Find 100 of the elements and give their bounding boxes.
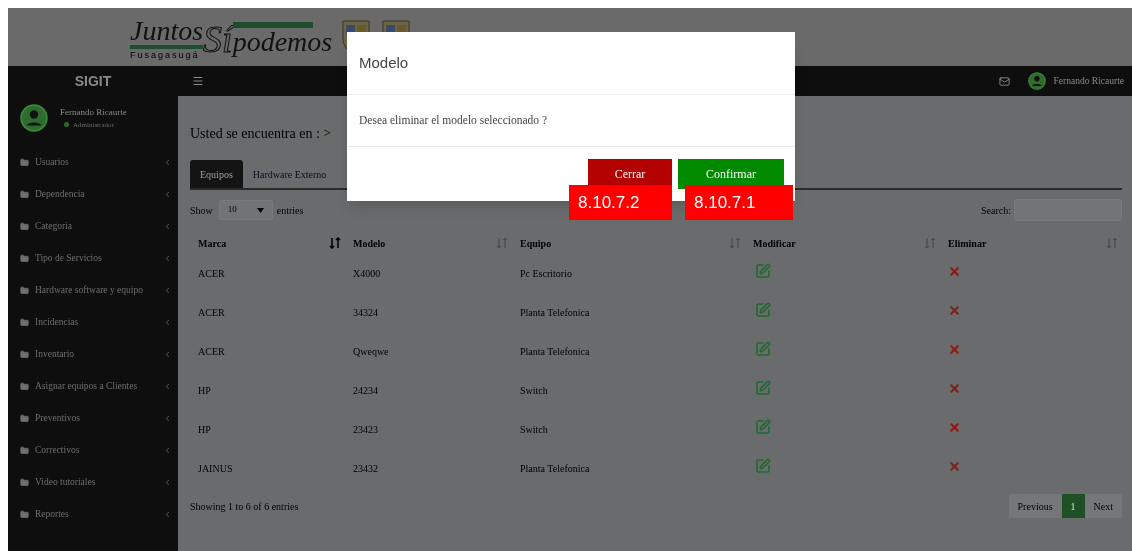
folder-icon — [20, 253, 29, 263]
delete-icon[interactable] — [948, 343, 961, 356]
sort-icon[interactable] — [924, 237, 936, 249]
table-cell: X4000 — [353, 268, 381, 279]
edit-icon[interactable] — [755, 380, 771, 396]
chevron-left-icon — [163, 413, 172, 423]
show-label: Show — [190, 203, 213, 218]
folder-icon — [20, 477, 29, 487]
delete-icon[interactable] — [948, 304, 961, 317]
table-cell: Switch — [520, 424, 548, 435]
sidebar-item[interactable]: Hardware software y equipo — [8, 274, 178, 306]
chevron-left-icon — [163, 349, 172, 359]
chevron-left-icon — [163, 285, 172, 295]
sort-icon[interactable] — [329, 237, 341, 249]
delete-icon[interactable] — [948, 421, 961, 434]
pagination-button[interactable]: Previous — [1008, 494, 1062, 518]
sidebar-item[interactable]: Incidencias — [8, 306, 178, 338]
sidebar-item[interactable]: Correctivos — [8, 434, 178, 466]
edit-icon[interactable] — [755, 419, 771, 435]
sidebar-item[interactable]: Reportes — [8, 498, 178, 530]
logo-text: Juntos — [130, 16, 204, 49]
table-cell: 34324 — [353, 307, 378, 318]
table-cell: HP — [198, 424, 211, 435]
sidebar-item[interactable]: Video tutoriales — [8, 466, 178, 498]
folder-icon — [20, 221, 29, 231]
chevron-left-icon — [163, 477, 172, 487]
table-cell: Switch — [520, 385, 548, 396]
edit-icon[interactable] — [755, 458, 771, 474]
sidebar-item[interactable]: Tipo de Servicios — [8, 242, 178, 274]
sidebar-item[interactable]: Asignar equipos a Clientes — [8, 370, 178, 402]
entries-info: Showing 1 to 6 of 6 entries — [190, 499, 299, 514]
folder-icon — [20, 317, 29, 327]
table-cell: ACER — [198, 307, 225, 318]
edit-icon[interactable] — [755, 263, 771, 279]
sidebar-item[interactable]: Categoria — [8, 210, 178, 242]
column-header[interactable]: Equipo — [520, 235, 729, 251]
table-cell: Qweqwe — [353, 346, 389, 357]
chevron-left-icon — [163, 317, 172, 327]
table-cell: Planta Telefonica — [520, 307, 590, 318]
column-header[interactable]: Modelo — [353, 235, 496, 251]
entries-label: entries — [276, 203, 304, 218]
tab[interactable]: Hardware Externo — [242, 160, 337, 188]
chevron-left-icon — [163, 189, 172, 199]
table-cell: 23423 — [353, 424, 378, 435]
user-name[interactable]: Fernando Ricaurte — [1053, 73, 1124, 89]
sort-icon[interactable] — [496, 237, 508, 249]
user-name: Fernando Ricaurte — [60, 106, 127, 119]
folder-icon — [20, 285, 29, 295]
caret-down-icon — [256, 207, 264, 213]
search-label: Search: — [981, 203, 1011, 218]
table-cell: JAINUS — [198, 463, 233, 474]
column-header[interactable]: Modificar — [753, 235, 924, 251]
chevron-left-icon — [163, 445, 172, 455]
chevron-left-icon — [163, 221, 172, 231]
menu-icon[interactable] — [192, 75, 204, 87]
column-header[interactable]: Eliminar — [948, 235, 1106, 251]
pagination-button[interactable]: 1 — [1061, 494, 1085, 518]
logo-city: Fusagasugá — [130, 48, 200, 62]
table-cell: Planta Telefonica — [520, 463, 590, 474]
folder-icon — [20, 509, 29, 519]
table-cell: ACER — [198, 268, 225, 279]
sidebar-item[interactable]: Usuarios — [8, 146, 178, 178]
tab[interactable]: Equipos — [190, 160, 243, 188]
edit-icon[interactable] — [755, 341, 771, 357]
folder-icon — [20, 189, 29, 199]
column-header[interactable]: Marca — [198, 235, 329, 251]
breadcrumb-label: Usted se encuentra en : — [190, 124, 320, 143]
annotation-label: 8.10.7.2 — [569, 185, 672, 220]
user-avatar-icon — [1027, 72, 1046, 90]
sort-icon[interactable] — [1106, 237, 1118, 249]
chevron-left-icon — [163, 509, 172, 519]
sidebar-item[interactable]: Dependencia — [8, 178, 178, 210]
delete-icon[interactable] — [948, 265, 961, 278]
logo-text: Sí — [203, 20, 233, 58]
annotation-label: 8.10.7.1 — [685, 185, 793, 220]
sidebar-item[interactable]: Preventivos — [8, 402, 178, 434]
table-cell: HP — [198, 385, 211, 396]
pagination-button[interactable]: Next — [1084, 494, 1122, 518]
folder-icon — [20, 413, 29, 423]
chevron-left-icon — [163, 157, 172, 167]
folder-icon — [20, 445, 29, 455]
folder-icon — [20, 349, 29, 359]
table-cell: 24234 — [353, 385, 378, 396]
sidebar-item[interactable]: Inventario — [8, 338, 178, 370]
mail-icon[interactable] — [998, 75, 1010, 87]
dialog-title: Modelo — [359, 52, 409, 73]
delete-icon[interactable] — [948, 460, 961, 473]
table-cell: ACER — [198, 346, 225, 357]
sort-icon[interactable] — [729, 237, 741, 249]
edit-icon[interactable] — [755, 302, 771, 318]
folder-icon — [20, 157, 29, 167]
delete-icon[interactable] — [948, 382, 961, 395]
page-size-select[interactable]: 10 — [218, 200, 273, 220]
table-cell: 23432 — [353, 463, 378, 474]
folder-icon — [20, 381, 29, 391]
user-avatar-icon — [20, 104, 48, 132]
table-cell: Pc Escritorio — [520, 268, 572, 279]
chevron-left-icon — [163, 381, 172, 391]
breadcrumb-separator: > — [323, 124, 332, 143]
chevron-left-icon — [163, 253, 172, 263]
